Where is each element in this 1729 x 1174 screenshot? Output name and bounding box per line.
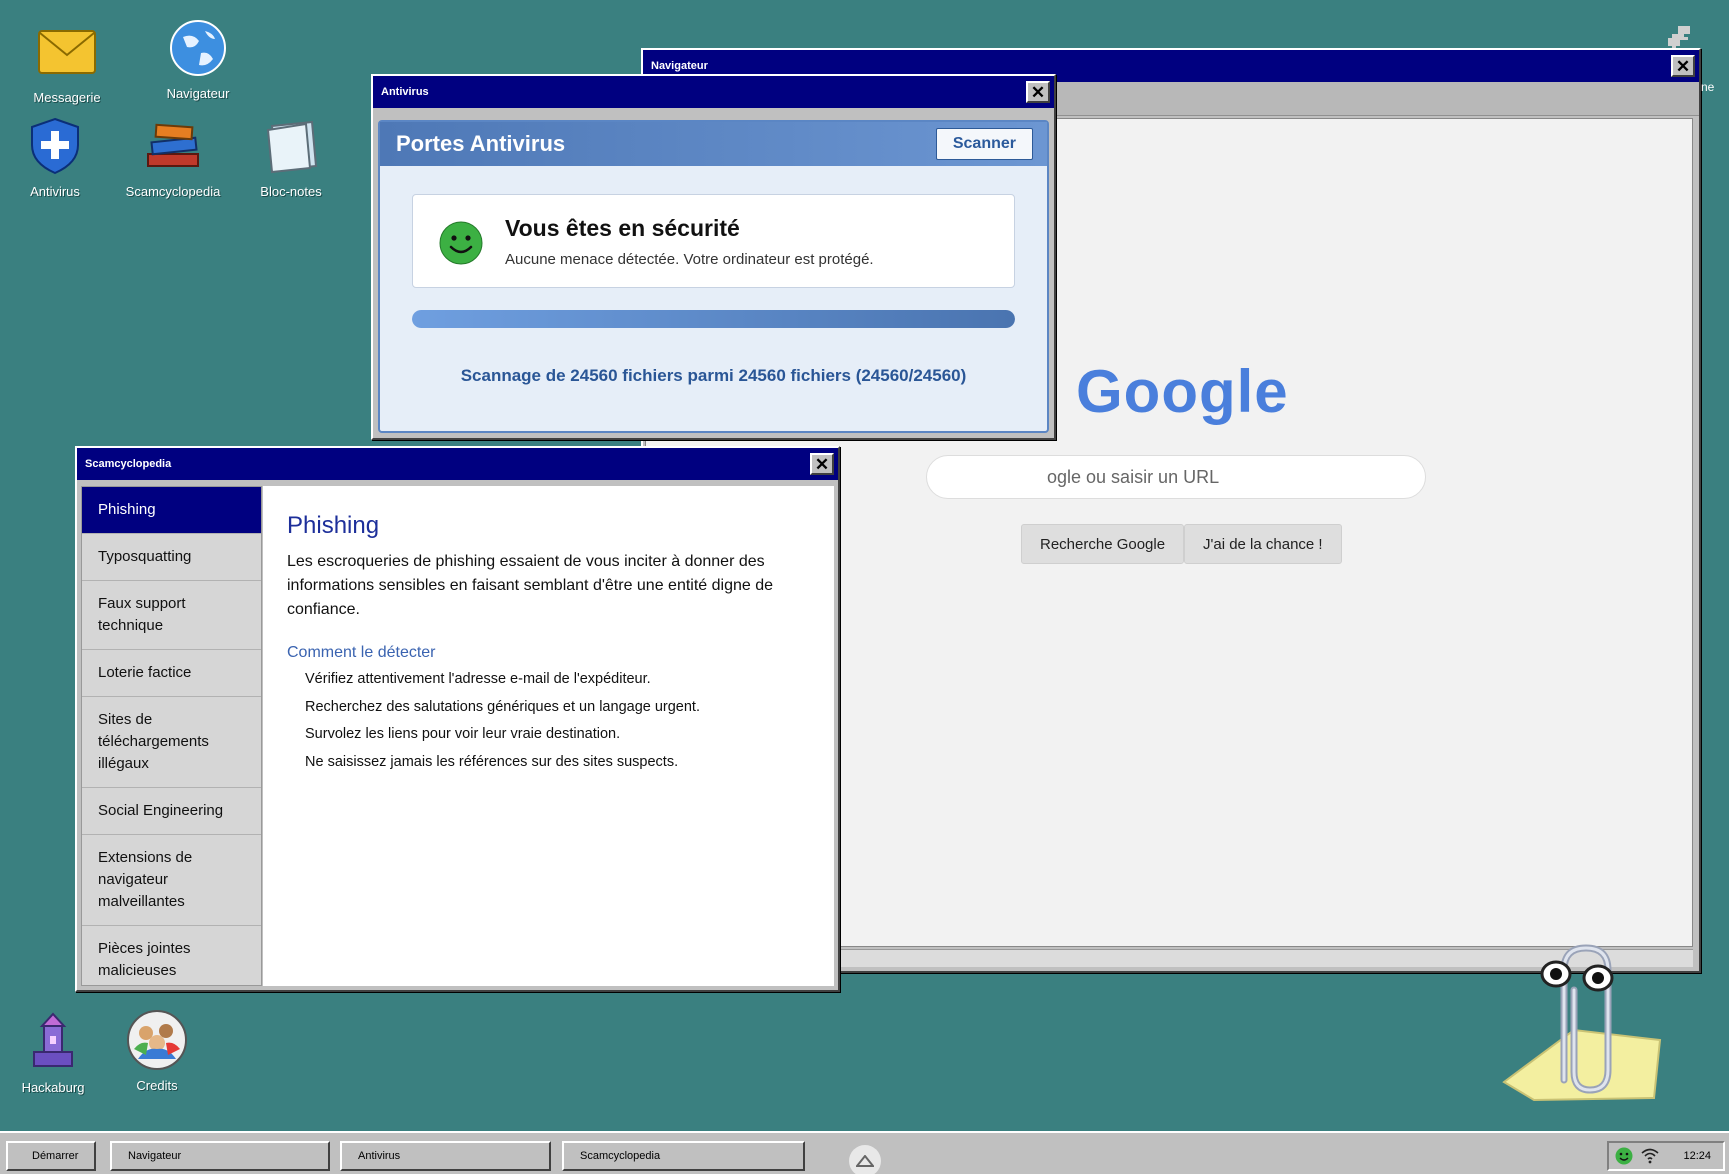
desktop-icon-label: Credits bbox=[136, 1078, 178, 1093]
desktop-icon-credits[interactable]: Credits bbox=[102, 1008, 212, 1093]
tip-item: Ne saisissez jamais les références sur d… bbox=[305, 753, 679, 770]
topic-title: Phishing bbox=[287, 512, 380, 539]
sidebar-item-social-engineering[interactable]: Social Engineering bbox=[82, 788, 261, 835]
sidebar-item-malicious-attachments[interactable]: Pièces jointes malicieuses bbox=[82, 926, 261, 985]
search-placeholder: ogle ou saisir un URL bbox=[1047, 466, 1220, 487]
app-name: Portes Antivirus bbox=[396, 131, 566, 156]
desktop-icon-label: Scamcyclopedia bbox=[125, 184, 221, 199]
start-button[interactable]: Démarrer bbox=[6, 1141, 96, 1171]
taskbar: Démarrer Navigateur Antivirus Scamcyclop… bbox=[0, 1131, 1729, 1174]
sidebar-item-malicious-extensions[interactable]: Extensions de navigateur malveillantes bbox=[82, 835, 261, 926]
shield-icon bbox=[23, 114, 87, 178]
system-tray: 12:24 bbox=[1607, 1141, 1725, 1171]
sidebar-item-tech-support[interactable]: Faux support technique bbox=[82, 581, 261, 650]
antivirus-titlebar[interactable]: Antivirus ✕ bbox=[373, 76, 1054, 108]
books-icon bbox=[141, 114, 205, 178]
people-icon bbox=[125, 1008, 189, 1072]
desktop-icon-label: Bloc-notes bbox=[260, 184, 322, 199]
desktop-icon-navigateur[interactable]: Navigateur bbox=[143, 16, 253, 101]
desktop-icon-label: Hackaburg bbox=[21, 1080, 85, 1095]
google-search-button[interactable]: Recherche Google bbox=[1021, 524, 1185, 564]
window-title: Navigateur bbox=[651, 60, 708, 72]
desktop-icon-label: Antivirus bbox=[30, 184, 80, 199]
desktop-icon-blocnotes[interactable]: Bloc-notes bbox=[236, 114, 346, 199]
topic-sidebar: Phishing Typosquatting Faux support tech… bbox=[81, 486, 262, 986]
status-subtitle: Aucune menace détectée. Votre ordinateur… bbox=[505, 251, 874, 268]
window-title: Scamcyclopedia bbox=[85, 458, 172, 470]
desktop-icon-messagerie[interactable]: Messagerie bbox=[12, 20, 122, 105]
desktop-icon-label: Navigateur bbox=[166, 86, 230, 101]
taskbar-item-scamcyclopedia[interactable]: Scamcyclopedia bbox=[562, 1141, 805, 1171]
scamcyclopedia-window[interactable]: Scamcyclopedia ✕ Phishing Typosquatting … bbox=[75, 446, 840, 992]
scan-progress-bar bbox=[412, 310, 1015, 328]
scamcyclopedia-titlebar[interactable]: Scamcyclopedia ✕ bbox=[77, 448, 838, 480]
antivirus-tray-icon[interactable] bbox=[1615, 1147, 1633, 1165]
clock: 12:24 bbox=[1683, 1150, 1711, 1162]
tip-item: Recherchez des salutations génériques et… bbox=[305, 698, 700, 715]
browser-corner-text: ne bbox=[1701, 80, 1715, 94]
sidebar-item-phishing[interactable]: Phishing bbox=[82, 487, 261, 534]
sidebar-item-illegal-downloads[interactable]: Sites de téléchargements illégaux bbox=[82, 697, 261, 788]
envelope-icon bbox=[35, 20, 99, 84]
topic-description: Les escroqueries de phishing essaient de… bbox=[287, 553, 774, 618]
paperclip-icon bbox=[1502, 944, 1662, 1102]
google-logo: Google bbox=[1076, 358, 1289, 425]
close-button[interactable]: ✕ bbox=[1026, 81, 1050, 103]
window-title: Antivirus bbox=[381, 86, 429, 98]
desktop-icon-hackaburg[interactable]: Hackaburg bbox=[0, 1010, 108, 1095]
scan-count: Scannage de 24560 fichiers parmi 24560 f… bbox=[460, 366, 967, 385]
close-button[interactable]: ✕ bbox=[810, 453, 834, 475]
close-button[interactable]: ✕ bbox=[1671, 55, 1695, 77]
antivirus-window[interactable]: Antivirus ✕ Portes Antivirus Scanner Vou… bbox=[371, 74, 1056, 440]
notepad-icon bbox=[259, 114, 323, 178]
close-icon: ✕ bbox=[1675, 56, 1691, 76]
scan-progress-fill bbox=[412, 310, 1015, 328]
sidebar-item-lottery[interactable]: Loterie factice bbox=[82, 650, 261, 697]
desktop-icon-antivirus[interactable]: Antivirus bbox=[0, 114, 110, 199]
scan-button[interactable]: Scanner bbox=[935, 128, 1033, 160]
topic-content: Phishing Les escroqueries de phishing es… bbox=[263, 486, 834, 986]
sidebar-item-typosquatting[interactable]: Typosquatting bbox=[82, 534, 261, 581]
status-panel: Vous êtes en sécurité Aucune menace déte… bbox=[412, 194, 1015, 288]
center-logo-icon bbox=[849, 1145, 881, 1174]
wifi-icon[interactable] bbox=[1641, 1148, 1659, 1164]
taskbar-item-navigateur[interactable]: Navigateur bbox=[110, 1141, 330, 1171]
smiley-icon bbox=[439, 221, 483, 265]
tip-item: Survolez les liens pour voir leur vraie … bbox=[305, 726, 621, 742]
start-label: Démarrer bbox=[32, 1150, 79, 1162]
desktop-icon-label: Messagerie bbox=[33, 90, 101, 105]
taskbar-item-antivirus[interactable]: Antivirus bbox=[340, 1141, 551, 1171]
antivirus-body: Portes Antivirus Scanner Vous êtes en sé… bbox=[378, 120, 1049, 433]
status-title: Vous êtes en sécurité bbox=[505, 215, 740, 241]
tip-item: Vérifiez attentivement l'adresse e-mail … bbox=[305, 671, 651, 687]
topic-subtitle: Comment le détecter bbox=[287, 644, 436, 661]
close-icon: ✕ bbox=[814, 454, 830, 474]
desktop-icon-scamcyclopedia[interactable]: Scamcyclopedia bbox=[118, 114, 228, 199]
antivirus-header: Portes Antivirus Scanner bbox=[380, 122, 1047, 166]
castle-icon bbox=[21, 1010, 85, 1074]
clippy-assistant[interactable] bbox=[1494, 930, 1674, 1110]
close-icon: ✕ bbox=[1030, 82, 1046, 102]
search-input[interactable]: ogle ou saisir un URL bbox=[926, 455, 1426, 499]
globe-icon bbox=[166, 16, 230, 80]
lucky-button[interactable]: J'ai de la chance ! bbox=[1184, 524, 1342, 564]
